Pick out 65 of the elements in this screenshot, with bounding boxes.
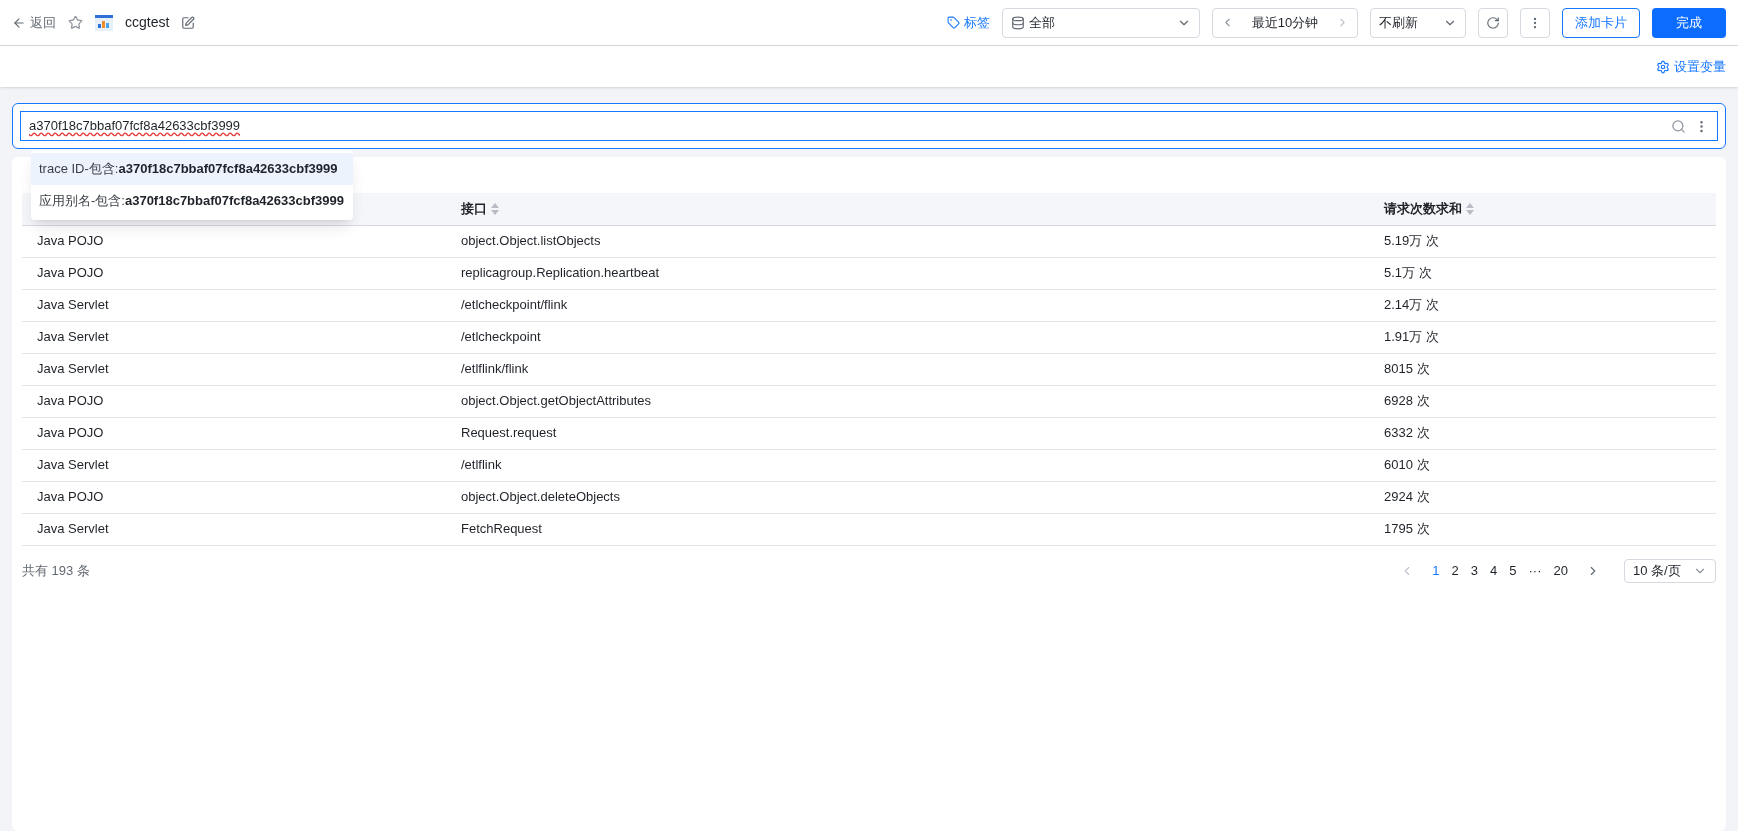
table-cell: 1795 次	[1384, 521, 1430, 537]
table-cell: 5.19万 次	[1384, 233, 1439, 249]
star-icon[interactable]	[68, 15, 83, 30]
table-cell: Java POJO	[37, 489, 104, 505]
page-button[interactable]: 4	[1484, 560, 1504, 581]
table-cell: /etlflink/flink	[461, 361, 529, 377]
suggestion-item[interactable]: trace ID-包含:a370f18c7bbaf07fcf8a42633cbf3999	[31, 153, 353, 185]
tag-link[interactable]: 标签	[947, 12, 990, 33]
tag-icon	[947, 16, 960, 29]
refresh-button[interactable]	[1478, 7, 1508, 38]
table-cell: 8015 次	[1384, 361, 1430, 377]
time-range-picker[interactable]: 最近10分钟	[1212, 7, 1358, 38]
settings-icon	[1656, 59, 1670, 74]
table-cell: Java POJO	[37, 425, 104, 441]
table-cell: 6928 次	[1384, 393, 1430, 409]
back-icon	[12, 15, 26, 30]
page-button[interactable]: 1	[1426, 560, 1446, 581]
table-cell: Java Servlet	[37, 521, 109, 537]
refresh-icon	[1486, 15, 1500, 30]
scope-select[interactable]: 全部	[1002, 7, 1200, 38]
sort-icon[interactable]	[1466, 202, 1474, 215]
table-cell: 2.14万 次	[1384, 297, 1439, 313]
table-cell: replicagroup.Replication.heartbeat	[461, 265, 659, 281]
table-cell: Java POJO	[37, 393, 104, 409]
page-button[interactable]: ···	[1522, 560, 1548, 581]
table-cell: object.Object.listObjects	[461, 233, 601, 249]
total-count: 共有 193 条	[22, 561, 90, 580]
table-cell: object.Object.getObjectAttributes	[461, 393, 652, 409]
page-button[interactable]: 3	[1464, 560, 1485, 581]
sort-icon[interactable]	[491, 202, 499, 215]
table-cell: Java Servlet	[37, 329, 109, 345]
page-button[interactable]: 2	[1445, 560, 1465, 581]
table-cell: 2924 次	[1384, 489, 1430, 505]
add-card-button[interactable]: 添加卡片	[1562, 7, 1640, 38]
column-header[interactable]: 请求次数求和	[1384, 199, 1474, 219]
table-cell: Java POJO	[37, 265, 104, 281]
dashboard-title: ccgtest	[125, 13, 170, 32]
search-icon	[1671, 118, 1686, 134]
edit-icon[interactable]	[181, 15, 196, 30]
table-cell: Java POJO	[37, 233, 104, 249]
suggestion-item[interactable]: 应用别名-包含:a370f18c7bbaf07fcf8a42633cbf3999	[31, 185, 353, 217]
table-cell: Java Servlet	[37, 361, 109, 377]
column-header[interactable]: 接口	[461, 199, 499, 219]
table-cell: FetchRequest	[461, 521, 542, 537]
back-button[interactable]: 返回	[12, 12, 56, 33]
table-cell: 5.1万 次	[1384, 265, 1432, 281]
done-button[interactable]: 完成	[1652, 7, 1726, 38]
table-cell: /etlcheckpoint	[461, 329, 541, 345]
database-icon	[1011, 15, 1025, 30]
table-cell: object.Object.deleteObjects	[461, 489, 620, 505]
search-field[interactable]: a370f18c7bbaf07fcf8a42633cbf3999	[12, 103, 1726, 149]
table-cell: Request.request	[461, 425, 557, 441]
page-size-select[interactable]: 10 条/页	[1624, 558, 1716, 583]
set-variables-link[interactable]: 设置变量	[1656, 56, 1726, 77]
table-cell: /etlflink	[461, 457, 502, 473]
dashboard-icon	[95, 14, 113, 31]
table-cell: /etlcheckpoint/flink	[461, 297, 568, 313]
page-button[interactable]: 5	[1503, 560, 1523, 581]
table-cell: Java Servlet	[37, 457, 109, 473]
table-cell: 6332 次	[1384, 425, 1430, 441]
table-cell: Java Servlet	[37, 297, 109, 313]
table-cell: 1.91万 次	[1384, 329, 1439, 345]
table-cell: 6010 次	[1384, 457, 1430, 473]
page-button[interactable]: 20	[1547, 560, 1574, 581]
refresh-select[interactable]: 不刷新	[1370, 7, 1466, 38]
